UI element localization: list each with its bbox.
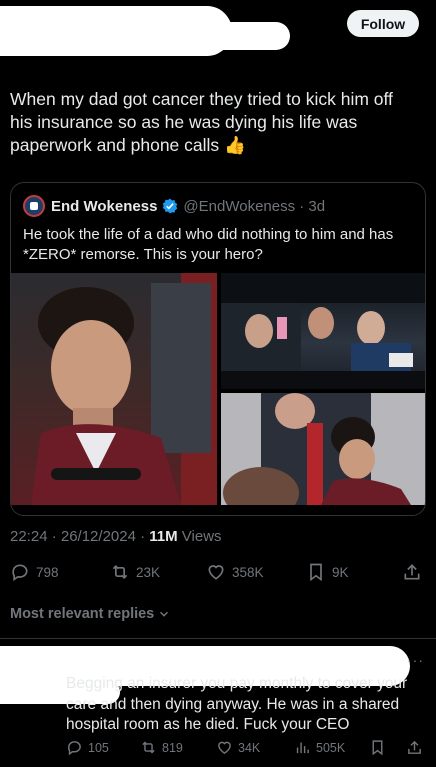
photo-3-illustration (221, 393, 425, 505)
replies-filter-dropdown[interactable]: Most relevant replies (10, 606, 171, 622)
bookmark-button[interactable]: 9K (306, 562, 349, 582)
reply-actions: 105 819 34K 505K (66, 739, 428, 759)
repost-icon (142, 741, 155, 754)
reply-repost-count: 819 (162, 740, 183, 755)
replies-filter-label: Most relevant replies (10, 606, 155, 622)
reply-like-count: 34K (238, 740, 261, 755)
follow-button[interactable]: Follow (347, 10, 419, 37)
photo-3[interactable] (221, 393, 425, 505)
views-icon (296, 742, 309, 754)
more-options-icon[interactable]: ··· (407, 652, 424, 668)
share-button[interactable] (402, 562, 428, 582)
tweet-meta: 22:24 · 26/12/2024 · 11M Views (10, 528, 222, 545)
views-count: 11M (149, 528, 178, 545)
share-icon (404, 564, 420, 580)
chevron-down-icon (160, 611, 169, 617)
avatar[interactable] (23, 195, 45, 217)
tweet-text: When my dad got cancer they tried to kic… (10, 89, 393, 155)
redacted-author-extra (180, 22, 290, 50)
quoted-tweet-header: End Wokeness @EndWokeness · 3d (23, 195, 325, 217)
reply-icon (12, 564, 28, 582)
reply-share-button[interactable] (406, 739, 428, 756)
divider (0, 638, 436, 639)
quoted-tweet[interactable]: End Wokeness @EndWokeness · 3d He took t… (10, 182, 426, 516)
reply-text: Begging an insurer you pay monthly to co… (66, 675, 408, 733)
quoted-author-name[interactable]: End Wokeness (51, 198, 157, 215)
bookmark-icon (310, 563, 322, 582)
reply-bookmark-button[interactable] (369, 739, 391, 756)
thumbs-up-emoji: 👍 (224, 135, 246, 155)
photo-1-illustration (31, 273, 217, 505)
like-count: 358K (232, 564, 264, 580)
share-icon (408, 740, 421, 754)
reply-views-count: 505K (316, 740, 346, 755)
reply-reply-count: 105 (88, 740, 109, 755)
reply-icon (67, 741, 81, 756)
reply-like-button[interactable]: 34K (216, 739, 260, 756)
quoted-media-grid[interactable] (11, 273, 425, 505)
views-label: Views (177, 528, 222, 545)
heart-icon (218, 741, 231, 755)
reply-button[interactable]: 798 (10, 562, 59, 582)
heart-icon (208, 565, 224, 580)
bookmark-icon (372, 740, 383, 756)
verified-badge-icon (163, 198, 178, 214)
quoted-tweet-text: He took the life of a dad who did nothin… (23, 226, 394, 263)
bookmark-count: 9K (332, 564, 349, 580)
like-button[interactable]: 358K (206, 562, 264, 582)
tweet-actions: 798 23K 358K 9K (10, 562, 426, 584)
photo-1[interactable] (11, 273, 217, 505)
reply-views-button[interactable]: 505K (294, 739, 345, 756)
timestamp[interactable]: 22:24 · 26/12/2024 · (10, 528, 149, 545)
repost-count: 23K (136, 564, 161, 580)
repost-icon (112, 564, 128, 580)
photo-2-illustration (221, 273, 425, 389)
photo-2[interactable] (221, 273, 425, 389)
reply-repost-button[interactable]: 819 (140, 739, 183, 756)
reply-count: 798 (36, 564, 59, 580)
quoted-author-handle: @EndWokeness · 3d (183, 197, 326, 215)
repost-button[interactable]: 23K (110, 562, 160, 582)
reply-reply-button[interactable]: 105 (66, 739, 109, 756)
